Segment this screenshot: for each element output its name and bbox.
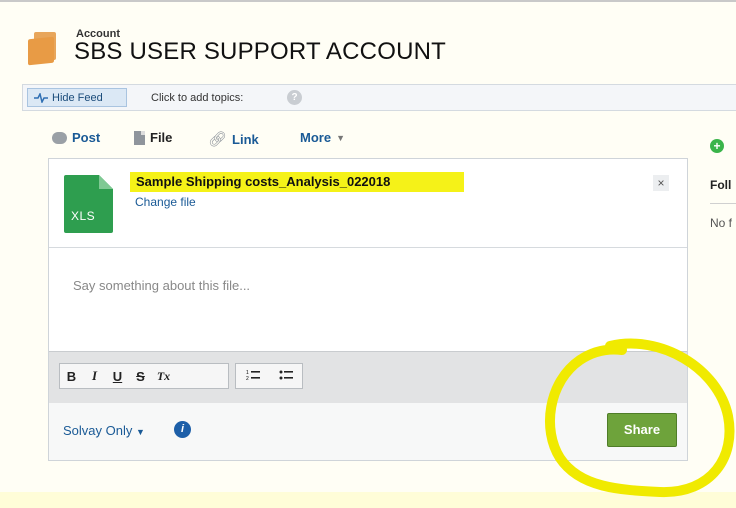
divider bbox=[710, 203, 736, 204]
bold-button[interactable]: B bbox=[60, 369, 83, 384]
followers-heading: Foll bbox=[710, 178, 732, 192]
remove-file-close-icon[interactable]: × bbox=[653, 175, 669, 191]
bulleted-list-icon[interactable] bbox=[269, 369, 302, 384]
chevron-down-icon: ▼ bbox=[136, 427, 145, 437]
tab-link-label: Link bbox=[232, 131, 259, 147]
add-topics-link[interactable]: Click to add topics: bbox=[151, 92, 243, 104]
file-name: Sample Shipping costs_Analysis_022018 bbox=[136, 174, 391, 189]
document-icon bbox=[134, 130, 145, 145]
file-publisher-panel: XLS Sample Shipping costs_Analysis_02201… bbox=[48, 158, 688, 461]
topic-bar: Hide Feed Click to add topics: ? bbox=[22, 84, 736, 111]
svg-text:2: 2 bbox=[246, 376, 249, 381]
visibility-dropdown[interactable]: Solvay Only ▼ bbox=[63, 423, 145, 438]
tab-file[interactable]: File bbox=[134, 130, 172, 145]
bottom-band bbox=[0, 492, 736, 508]
page-title: SBS USER SUPPORT ACCOUNT bbox=[74, 38, 446, 65]
info-icon[interactable]: i bbox=[174, 421, 191, 438]
pulse-icon bbox=[34, 92, 48, 103]
list-group: 12 bbox=[235, 363, 303, 389]
tab-more[interactable]: More ▼ bbox=[300, 130, 345, 145]
underline-button[interactable]: U bbox=[106, 369, 129, 384]
chat-bubble-icon bbox=[52, 131, 67, 144]
account-folder-icon bbox=[28, 32, 68, 66]
numbered-list-icon[interactable]: 12 bbox=[236, 369, 269, 384]
post-body-textarea[interactable]: Say something about this file... bbox=[49, 247, 687, 352]
link-icon: 🔗︎ bbox=[208, 131, 228, 148]
help-icon[interactable]: ? bbox=[287, 90, 302, 105]
plus-icon[interactable]: + bbox=[710, 139, 724, 153]
change-file-link[interactable]: Change file bbox=[135, 195, 196, 209]
clear-format-button[interactable]: Tx bbox=[152, 369, 175, 384]
tab-post[interactable]: Post bbox=[52, 130, 100, 145]
tab-post-label: Post bbox=[72, 130, 101, 145]
tab-more-label: More bbox=[300, 130, 332, 145]
italic-button[interactable]: I bbox=[83, 368, 106, 384]
text-style-group: B I U S Tx bbox=[59, 363, 229, 389]
visibility-label: Solvay Only bbox=[63, 423, 133, 438]
format-toolbar: B I U S Tx 12 bbox=[49, 351, 687, 403]
no-followers-text: No f bbox=[710, 216, 733, 230]
chevron-down-icon: ▼ bbox=[336, 132, 345, 143]
page-fold-icon bbox=[99, 175, 113, 189]
textarea-placeholder: Say something about this file... bbox=[73, 278, 251, 293]
share-button[interactable]: Share bbox=[607, 413, 677, 447]
hide-feed-button[interactable]: Hide Feed bbox=[27, 88, 127, 107]
publisher-footer: Solvay Only ▼ i Share bbox=[49, 403, 687, 460]
strikethrough-button[interactable]: S bbox=[129, 369, 152, 384]
hide-feed-label: Hide Feed bbox=[52, 91, 103, 104]
tab-file-label: File bbox=[150, 130, 173, 145]
tab-link[interactable]: 🔗︎ Link bbox=[208, 130, 259, 148]
top-border bbox=[0, 0, 736, 2]
file-type-label: XLS bbox=[71, 209, 96, 223]
xls-file-icon: XLS bbox=[64, 175, 113, 233]
